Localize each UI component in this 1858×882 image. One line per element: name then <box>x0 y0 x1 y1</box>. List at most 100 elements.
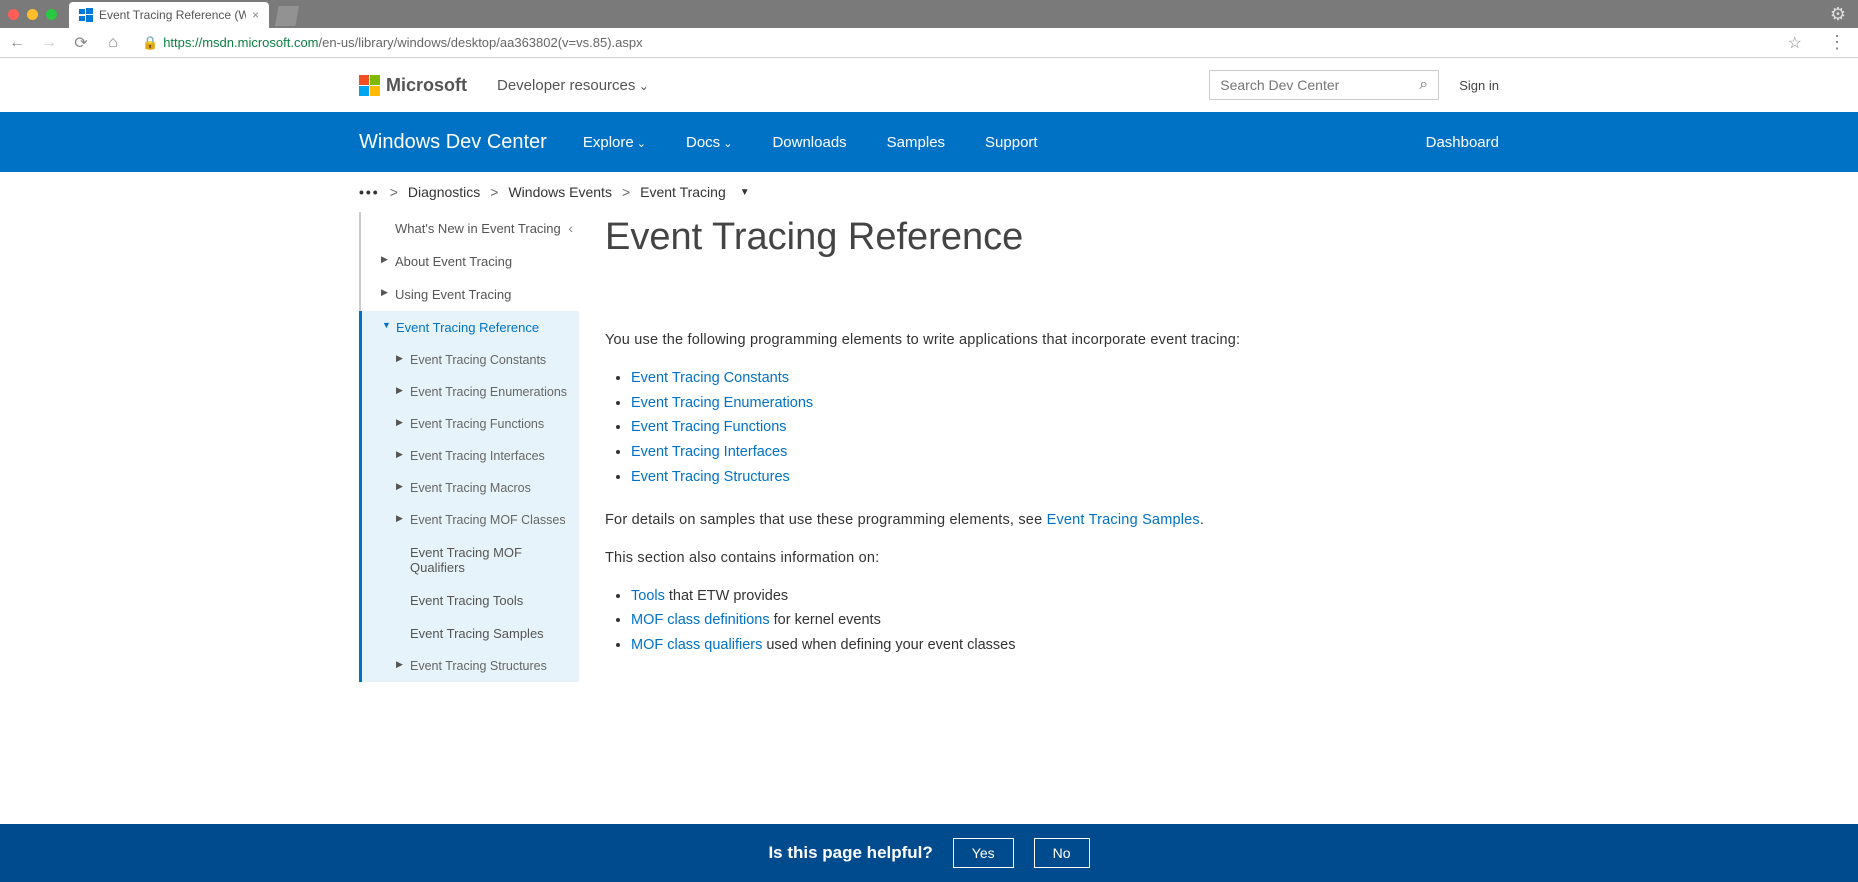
search-icon[interactable]: ⌕ <box>1419 76 1428 94</box>
reload-button[interactable]: ⟳ <box>72 33 90 53</box>
browser-toolbar: ← → ⟳ ⌂ 🔒 https://msdn.microsoft.com/en-… <box>0 28 1858 58</box>
sidebar-item-label: Event Tracing MOF Qualifiers <box>410 545 522 575</box>
list-item: Event Tracing Functions <box>631 415 1499 440</box>
sidebar-item-label: Event Tracing Reference <box>396 320 539 335</box>
address-bar[interactable]: 🔒 https://msdn.microsoft.com/en-us/libra… <box>136 31 1766 55</box>
caret-right-icon: ▶ <box>396 417 403 428</box>
sidebar-item-label: Event Tracing Samples <box>410 626 544 641</box>
breadcrumb: ••• > Diagnostics > Windows Events > Eve… <box>359 172 1499 212</box>
caret-right-icon: ▶ <box>396 659 403 670</box>
sidebar-item-label: Event Tracing Tools <box>410 593 523 608</box>
sidebar-item-interfaces[interactable]: ▶Event Tracing Interfaces <box>362 440 579 472</box>
signin-link[interactable]: Sign in <box>1459 78 1499 93</box>
breadcrumb-dropdown-icon[interactable]: ▼ <box>740 187 750 198</box>
minimize-window-icon[interactable] <box>27 9 38 20</box>
page-title: Event Tracing Reference <box>605 216 1499 259</box>
sidebar-item-label: Event Tracing Enumerations <box>410 385 567 399</box>
breadcrumb-event-tracing[interactable]: Event Tracing <box>640 184 726 200</box>
nav-docs[interactable]: Docs <box>686 134 732 151</box>
sidebar-item-label: Event Tracing Functions <box>410 417 544 431</box>
breadcrumb-sep: > <box>622 184 630 200</box>
developer-resources-dropdown[interactable]: Developer resources <box>497 77 649 94</box>
tab-title: Event Tracing Reference (Wind <box>99 8 246 22</box>
nav-explore[interactable]: Explore <box>583 134 646 151</box>
nav-samples[interactable]: Samples <box>887 134 945 151</box>
sidebar-item-whats-new[interactable]: What's New in Event Tracing ‹ <box>361 212 579 245</box>
link-constants[interactable]: Event Tracing Constants <box>631 370 789 386</box>
close-window-icon[interactable] <box>8 9 19 20</box>
intro-paragraph: You use the following programming elemen… <box>605 329 1499 352</box>
sidebar-item-samples[interactable]: Event Tracing Samples <box>362 617 579 650</box>
nav-dashboard[interactable]: Dashboard <box>1426 134 1499 151</box>
url-scheme: https <box>163 35 191 50</box>
window-controls <box>8 9 57 20</box>
feedback-no-button[interactable]: No <box>1034 838 1090 868</box>
sidebar-item-functions[interactable]: ▶ Event Tracing Functions <box>362 408 579 440</box>
site-title[interactable]: Windows Dev Center <box>359 131 547 154</box>
back-button[interactable]: ← <box>8 34 26 52</box>
list-text: that ETW provides <box>665 588 788 604</box>
nav-downloads[interactable]: Downloads <box>772 134 846 151</box>
collapse-sidebar-icon[interactable]: ‹ <box>568 220 573 236</box>
list-item: Event Tracing Enumerations <box>631 391 1499 416</box>
sidebar-item-label: Using Event Tracing <box>395 287 511 302</box>
browser-menu-icon[interactable]: ⋮ <box>1824 32 1850 53</box>
caret-right-icon: ▶ <box>396 385 403 396</box>
sidebar-item-label: Event Tracing Interfaces <box>410 449 545 463</box>
list-text: for kernel events <box>770 612 881 628</box>
sidebar-item-tools[interactable]: Event Tracing Tools <box>362 584 579 617</box>
sidebar-item-label: About Event Tracing <box>395 254 512 269</box>
samples-paragraph: For details on samples that use these pr… <box>605 509 1499 532</box>
sidebar-item-enumerations[interactable]: ▶ Event Tracing Enumerations <box>362 376 579 408</box>
feedback-question: Is this page helpful? <box>768 843 932 863</box>
microsoft-logo[interactable]: Microsoft <box>359 75 467 96</box>
list-item: MOF class definitions for kernel events <box>631 608 1499 633</box>
nav-support[interactable]: Support <box>985 134 1038 151</box>
sidebar-item-constants[interactable]: ▶Event Tracing Constants <box>362 344 579 376</box>
list-item: Event Tracing Constants <box>631 366 1499 391</box>
para-text: . <box>1200 512 1204 528</box>
also-contains-paragraph: This section also contains information o… <box>605 547 1499 570</box>
reference-list: Event Tracing Constants Event Tracing En… <box>631 366 1499 489</box>
lock-icon: 🔒 <box>142 35 158 51</box>
tab-close-icon[interactable]: × <box>252 8 259 22</box>
site-nav: Windows Dev Center Explore Docs Download… <box>0 112 1858 172</box>
caret-right-icon: ▶ <box>381 254 388 265</box>
main-content: Event Tracing Reference You use the foll… <box>605 212 1499 682</box>
link-enumerations[interactable]: Event Tracing Enumerations <box>631 395 813 411</box>
home-button[interactable]: ⌂ <box>104 34 122 52</box>
breadcrumb-diagnostics[interactable]: Diagnostics <box>408 184 480 200</box>
link-interfaces[interactable]: Event Tracing Interfaces <box>631 444 787 460</box>
sidebar-item-about[interactable]: ▶ About Event Tracing <box>361 245 579 278</box>
link-functions[interactable]: Event Tracing Functions <box>631 419 787 435</box>
breadcrumb-overflow[interactable]: ••• <box>359 184 380 200</box>
browser-tab-strip: Event Tracing Reference (Wind × ⚙ <box>0 0 1858 28</box>
list-item: Event Tracing Structures <box>631 465 1499 490</box>
url-host: ://msdn.microsoft.com <box>191 35 318 50</box>
link-tools[interactable]: Tools <box>631 588 665 604</box>
list-item: Event Tracing Interfaces <box>631 440 1499 465</box>
search-input[interactable] <box>1220 77 1419 93</box>
maximize-window-icon[interactable] <box>46 9 57 20</box>
feedback-yes-button[interactable]: Yes <box>953 838 1014 868</box>
sidebar-item-using[interactable]: ▶Using Event Tracing <box>361 278 579 311</box>
sidebar-item-reference[interactable]: ▼ Event Tracing Reference <box>362 311 579 344</box>
link-mof-qualifiers[interactable]: MOF class qualifiers <box>631 637 762 653</box>
sidebar-item-macros[interactable]: ▶Event Tracing Macros <box>362 472 579 504</box>
browser-tab[interactable]: Event Tracing Reference (Wind × <box>69 2 269 28</box>
link-structures[interactable]: Event Tracing Structures <box>631 469 790 485</box>
sidebar-item-structures[interactable]: ▶Event Tracing Structures <box>362 650 579 682</box>
breadcrumb-windows-events[interactable]: Windows Events <box>508 184 611 200</box>
bookmark-star-icon[interactable]: ☆ <box>1788 33 1802 53</box>
search-box[interactable]: ⌕ <box>1209 70 1439 100</box>
sidebar-item-mof-classes[interactable]: ▶Event Tracing MOF Classes <box>362 504 579 536</box>
feedback-bar: Is this page helpful? Yes No <box>0 824 1858 882</box>
caret-down-icon: ▼ <box>382 320 391 330</box>
new-tab-button[interactable] <box>275 6 299 26</box>
sidebar-item-label: Event Tracing MOF Classes <box>410 513 566 527</box>
link-mof-definitions[interactable]: MOF class definitions <box>631 612 770 628</box>
list-item: Tools that ETW provides <box>631 584 1499 609</box>
sidebar-item-mof-qualifiers[interactable]: Event Tracing MOF Qualifiers <box>362 536 579 584</box>
sidebar-item-label: Event Tracing Macros <box>410 481 531 495</box>
link-samples[interactable]: Event Tracing Samples <box>1047 512 1200 528</box>
